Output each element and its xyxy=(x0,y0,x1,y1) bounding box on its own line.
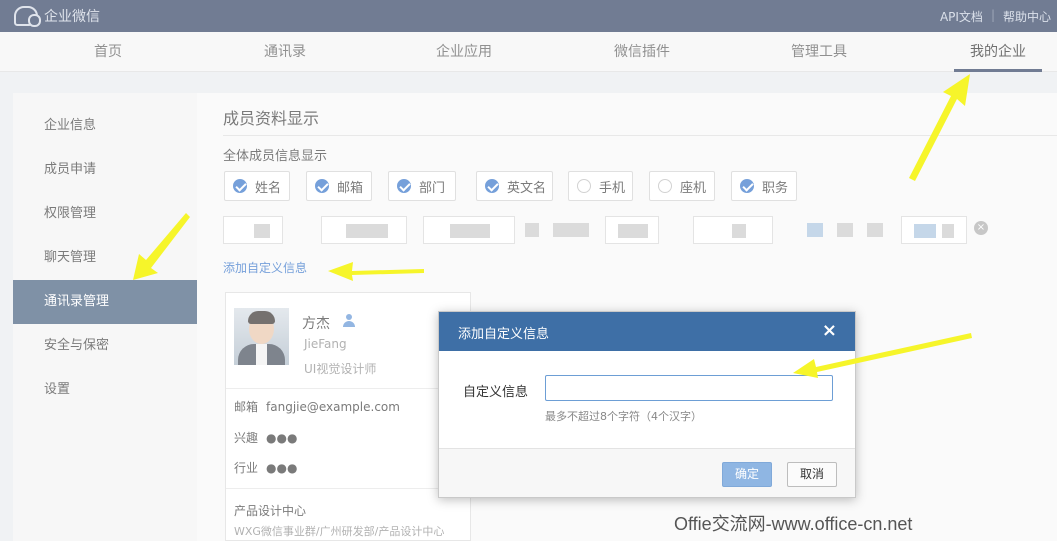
arrow-to-input-icon xyxy=(793,333,972,378)
annotation-arrows xyxy=(133,74,972,378)
arrow-to-add-link-icon xyxy=(328,262,424,281)
arrow-to-my-company-icon xyxy=(909,74,970,181)
arrow-to-sidebar-contacts-icon xyxy=(133,213,190,280)
watermark: Offie交流网-www.office-cn.net xyxy=(674,514,913,534)
